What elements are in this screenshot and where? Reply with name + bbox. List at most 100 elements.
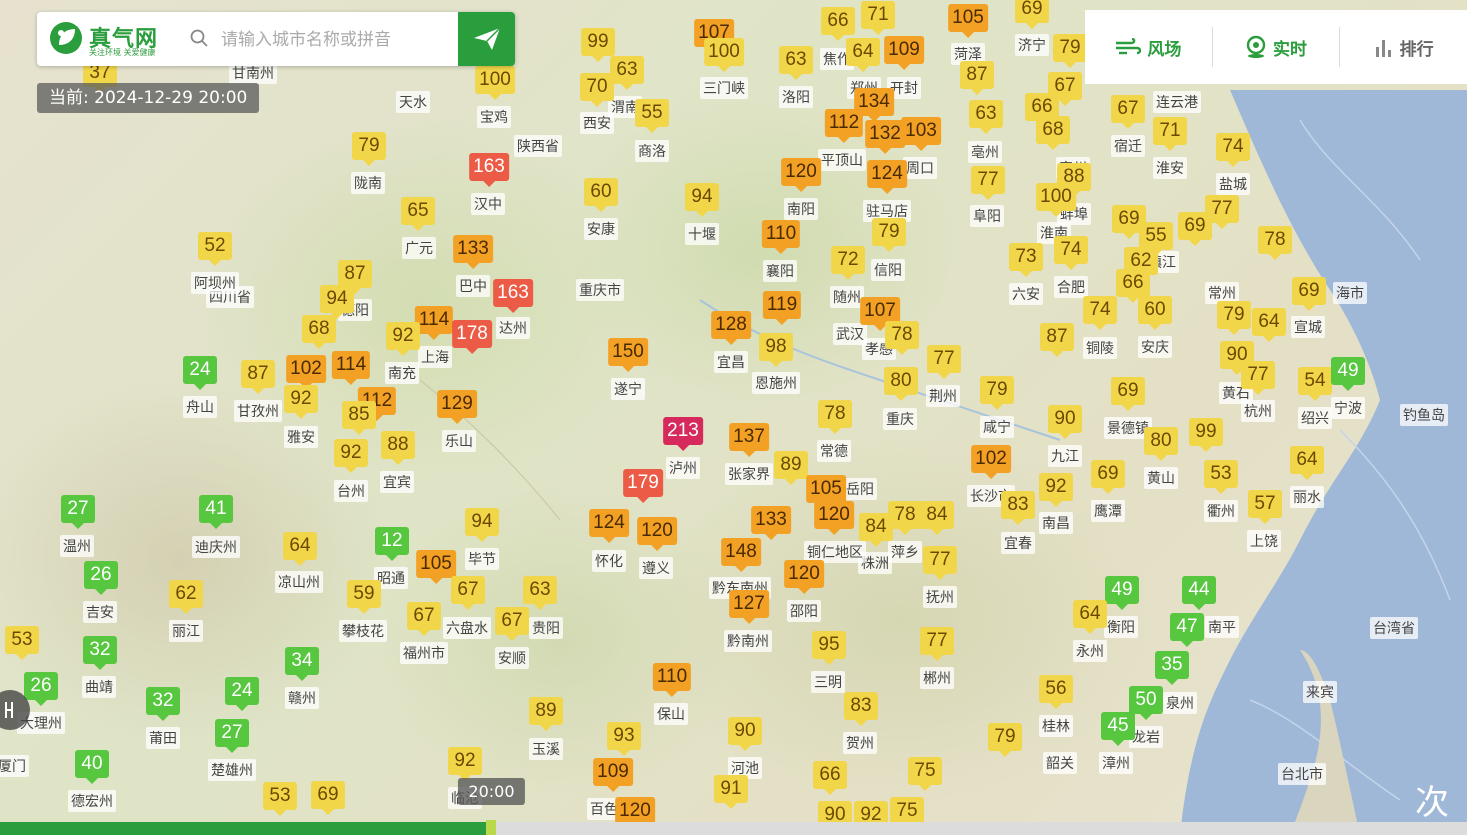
aqi-marker[interactable]: 87 [960, 61, 994, 95]
aqi-marker[interactable]: 70 [580, 73, 614, 107]
aqi-marker[interactable]: 64 [1073, 600, 1107, 634]
aqi-marker[interactable]: 32 [83, 636, 117, 670]
aqi-marker[interactable]: 112 [824, 109, 864, 143]
aqi-marker[interactable]: 72 [831, 246, 865, 280]
aqi-marker[interactable]: 67 [495, 607, 529, 641]
aqi-marker[interactable]: 103 [901, 117, 941, 151]
aqi-marker[interactable]: 87 [338, 260, 372, 294]
aqi-marker[interactable]: 49 [1105, 576, 1139, 610]
aqi-marker[interactable]: 80 [884, 367, 918, 401]
aqi-marker[interactable]: 12 [375, 527, 409, 561]
aqi-marker[interactable]: 53 [263, 782, 297, 816]
aqi-marker[interactable]: 79 [1053, 34, 1087, 68]
aqi-marker[interactable]: 100 [704, 38, 744, 72]
aqi-marker[interactable]: 63 [969, 100, 1003, 134]
aqi-marker[interactable]: 79 [1217, 301, 1251, 335]
aqi-marker[interactable]: 89 [774, 451, 808, 485]
tab-wind[interactable]: 风场 [1085, 27, 1213, 67]
aqi-marker[interactable]: 69 [1111, 377, 1145, 411]
aqi-marker[interactable]: 84 [920, 501, 954, 535]
aqi-marker[interactable]: 34 [285, 647, 319, 681]
aqi-marker[interactable]: 163 [493, 279, 533, 313]
aqi-marker[interactable]: 91 [714, 775, 748, 809]
aqi-marker[interactable]: 133 [751, 506, 791, 540]
aqi-marker[interactable]: 178 [452, 320, 492, 354]
aqi-marker[interactable]: 120 [781, 158, 821, 192]
aqi-marker[interactable]: 109 [593, 758, 633, 792]
tab-realtime[interactable]: 实时 [1213, 27, 1341, 67]
aqi-marker[interactable]: 92 [284, 385, 318, 419]
aqi-marker[interactable]: 49 [1331, 357, 1365, 391]
aqi-marker[interactable]: 74 [1054, 236, 1088, 270]
aqi-marker[interactable]: 77 [923, 546, 957, 580]
aqi-marker[interactable]: 65 [401, 197, 435, 231]
aqi-marker[interactable]: 74 [1216, 133, 1250, 167]
aqi-marker[interactable]: 105 [806, 475, 846, 509]
aqi-marker[interactable]: 66 [1116, 269, 1150, 303]
aqi-marker[interactable]: 45 [1101, 712, 1135, 746]
aqi-marker[interactable]: 53 [5, 626, 39, 660]
aqi-marker[interactable]: 94 [465, 508, 499, 542]
aqi-marker[interactable]: 100 [475, 66, 515, 100]
aqi-marker[interactable]: 102 [971, 445, 1011, 479]
aqi-marker[interactable]: 127 [729, 590, 769, 624]
aqi-marker[interactable]: 64 [283, 532, 317, 566]
aqi-marker[interactable]: 69 [1292, 277, 1326, 311]
aqi-marker[interactable]: 27 [215, 719, 249, 753]
aqi-marker[interactable]: 40 [75, 750, 109, 784]
aqi-marker[interactable]: 57 [1248, 490, 1282, 524]
aqi-marker[interactable]: 78 [888, 501, 922, 535]
aqi-marker[interactable]: 69 [1015, 0, 1049, 29]
aqi-marker[interactable]: 64 [1290, 446, 1324, 480]
aqi-marker[interactable]: 79 [980, 376, 1014, 410]
aqi-marker[interactable]: 68 [1036, 116, 1070, 150]
aqi-marker[interactable]: 129 [437, 390, 477, 424]
aqi-marker[interactable]: 133 [453, 235, 493, 269]
aqi-marker[interactable]: 79 [352, 132, 386, 166]
aqi-marker[interactable]: 92 [334, 439, 368, 473]
aqi-marker[interactable]: 77 [920, 627, 954, 661]
aqi-marker[interactable]: 60 [584, 178, 618, 212]
aqi-marker[interactable]: 137 [729, 423, 769, 457]
aqi-marker[interactable]: 67 [407, 602, 441, 636]
aqi-marker[interactable]: 79 [872, 218, 906, 252]
aqi-marker[interactable]: 75 [890, 797, 924, 831]
aqi-marker[interactable]: 100 [1036, 183, 1076, 217]
aqi-marker[interactable]: 213 [663, 417, 703, 451]
aqi-marker[interactable]: 114 [414, 306, 454, 340]
aqi-marker[interactable]: 124 [867, 160, 907, 194]
aqi-marker[interactable]: 44 [1182, 576, 1216, 610]
aqi-marker[interactable]: 77 [927, 345, 961, 379]
aqi-marker[interactable]: 66 [813, 761, 847, 795]
aqi-marker[interactable]: 78 [885, 321, 919, 355]
aqi-marker[interactable]: 98 [759, 333, 793, 367]
aqi-marker[interactable]: 69 [311, 781, 345, 815]
aqi-marker[interactable]: 92 [448, 747, 482, 781]
aqi-marker[interactable]: 92 [1039, 473, 1073, 507]
aqi-marker[interactable]: 148 [721, 538, 761, 572]
aqi-marker[interactable]: 64 [846, 38, 880, 72]
aqi-marker[interactable]: 67 [451, 576, 485, 610]
aqi-marker[interactable]: 83 [1001, 491, 1035, 525]
aqi-marker[interactable]: 102 [286, 355, 326, 389]
aqi-marker[interactable]: 68 [302, 315, 336, 349]
aqi-marker[interactable]: 124 [589, 509, 629, 543]
aqi-marker[interactable]: 50 [1129, 686, 1163, 720]
aqi-marker[interactable]: 77 [1241, 361, 1275, 395]
aqi-marker[interactable]: 60 [1138, 296, 1172, 330]
aqi-marker[interactable]: 99 [581, 28, 615, 62]
aqi-marker[interactable]: 78 [1258, 226, 1292, 260]
aqi-marker[interactable]: 110 [652, 663, 692, 697]
aqi-marker[interactable]: 87 [241, 360, 275, 394]
aqi-marker[interactable]: 75 [908, 757, 942, 791]
aqi-marker[interactable]: 64 [1252, 308, 1286, 342]
aqi-marker[interactable]: 120 [814, 501, 854, 535]
aqi-marker[interactable]: 52 [198, 232, 232, 266]
aqi-marker[interactable]: 79 [988, 723, 1022, 757]
aqi-marker[interactable]: 73 [1009, 243, 1043, 277]
aqi-marker[interactable]: 89 [529, 697, 563, 731]
aqi-marker[interactable]: 132 [865, 120, 905, 154]
aqi-marker[interactable]: 27 [61, 495, 95, 529]
aqi-marker[interactable]: 80 [1144, 427, 1178, 461]
aqi-marker[interactable]: 114 [331, 351, 371, 385]
